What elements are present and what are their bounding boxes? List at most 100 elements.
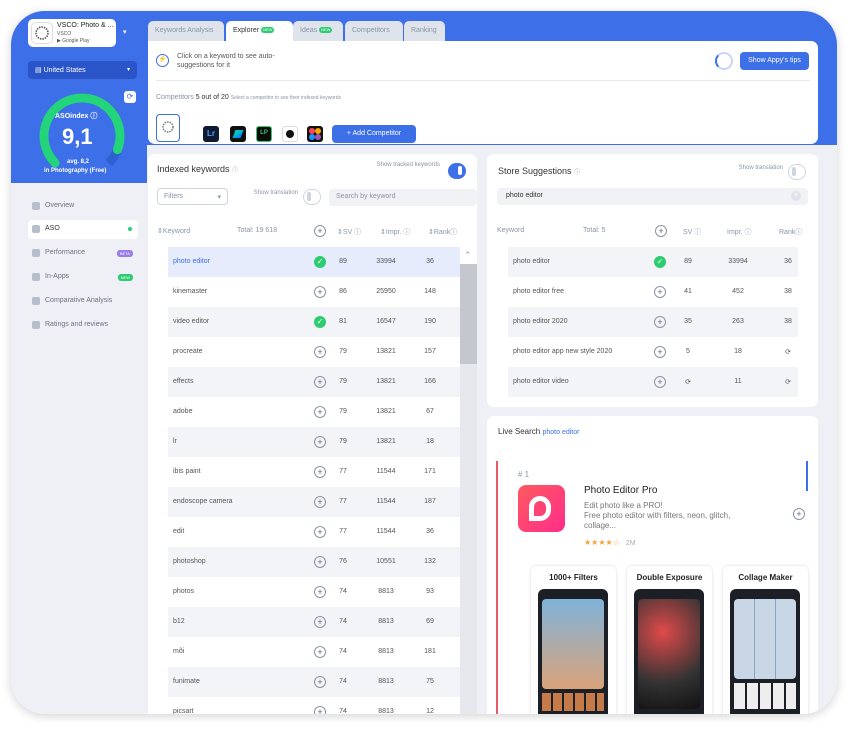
table-row[interactable]: photo editor 2020 +35 263 38: [508, 307, 798, 337]
tracked-toggle[interactable]: [448, 163, 466, 179]
refresh-icon[interactable]: ⟳: [124, 91, 136, 103]
col-sv[interactable]: ⇕SV ⓘ: [337, 227, 361, 237]
competitor-lightroom-presets[interactable]: LP: [256, 126, 272, 142]
tab-keywords-analysis[interactable]: Keywords Analysis: [148, 21, 224, 41]
table-row[interactable]: photo editor app new style 2020 +5 18 ⟳: [508, 337, 798, 367]
nav-comparative-analysis[interactable]: Comparative Analysis: [28, 292, 138, 311]
table-row[interactable]: video editor ✓ 81 16547 190: [168, 307, 460, 337]
add-competitor-button[interactable]: + Add Competitor: [332, 125, 416, 143]
show-tips-button[interactable]: Show Appy's tips: [740, 52, 809, 70]
table-scrollbar[interactable]: ⌃: [460, 250, 477, 714]
competitor-self[interactable]: [156, 114, 180, 142]
keyword-cell[interactable]: lr: [173, 438, 177, 445]
chevron-down-icon[interactable]: ▾: [123, 28, 127, 36]
table-row[interactable]: photos +74 8813 93: [168, 577, 460, 607]
competitor-darkroom[interactable]: [230, 126, 246, 142]
table-row[interactable]: effects +79 13821 166: [168, 367, 460, 397]
keyword-cell[interactable]: b12: [173, 618, 185, 625]
keyword-cell[interactable]: adobe: [173, 408, 192, 415]
keyword-search-input[interactable]: Search by keyword: [329, 189, 477, 206]
table-row[interactable]: photo editor free +41 452 38: [508, 277, 798, 307]
keyword-cell[interactable]: photos: [173, 588, 194, 595]
add-app-icon[interactable]: +: [793, 508, 805, 520]
table-row[interactable]: endoscope camera +77 11544 187: [168, 487, 460, 517]
table-row[interactable]: edit +77 11544 36: [168, 517, 460, 547]
table-row[interactable]: picsart +74 8813 12: [168, 697, 460, 714]
keyword-cell[interactable]: photo editor app new style 2020: [513, 348, 612, 355]
nav-ratings-reviews[interactable]: Ratings and reviews: [28, 316, 138, 335]
competitors-hint: Select a competitor to see their indexed…: [230, 95, 342, 101]
add-all-icon[interactable]: +: [655, 225, 667, 237]
table-row[interactable]: b12 +74 8813 69: [168, 607, 460, 637]
keyword-cell[interactable]: endoscope camera: [173, 498, 233, 505]
tracked-check-icon[interactable]: ✓: [654, 256, 666, 268]
competitor-lightroom[interactable]: Lr: [203, 126, 219, 142]
col-rank[interactable]: ⇕Rankⓘ: [428, 227, 457, 237]
tab-competitors[interactable]: Competitors: [345, 21, 403, 41]
keyword-cell[interactable]: procreate: [173, 348, 203, 355]
col-impr[interactable]: ⇕Impr. ⓘ: [380, 227, 410, 237]
competitor-black-circle[interactable]: [282, 126, 298, 142]
screenshot-filters[interactable]: 1000+ Filters: [531, 566, 616, 714]
clear-icon[interactable]: ×: [791, 191, 801, 201]
tab-ranking[interactable]: Ranking: [404, 21, 445, 41]
add-keyword-icon[interactable]: +: [654, 286, 666, 298]
keyword-cell[interactable]: edit: [173, 528, 184, 535]
table-row[interactable]: kinemaster +86 25950 148: [168, 277, 460, 307]
table-row[interactable]: funimate +74 8813 75: [168, 667, 460, 697]
keyword-cell[interactable]: funimate: [173, 678, 200, 685]
app-selector[interactable]: VSCO: Photo & ... VSCO ▶ Google Play: [28, 19, 116, 47]
scrollbar-thumb[interactable]: [460, 264, 477, 364]
screenshot-title: Collage Maker: [738, 573, 793, 582]
screenshot-double-exposure[interactable]: Double Exposure: [627, 566, 712, 714]
add-all-icon[interactable]: +: [314, 225, 326, 237]
nav-overview[interactable]: Overview: [28, 197, 138, 216]
screenshot-collage[interactable]: Collage Maker: [723, 566, 808, 714]
keyword-cell[interactable]: photo editor: [173, 258, 210, 265]
keyword-cell[interactable]: photo editor video: [513, 378, 569, 385]
result-app-name[interactable]: Photo Editor Pro: [584, 485, 657, 496]
table-row[interactable]: photo editor ✓ 89 33994 36: [508, 247, 798, 277]
nav-in-apps[interactable]: In-Apps NEW: [28, 268, 138, 287]
country-selector[interactable]: ▤ United States ▾: [28, 61, 137, 79]
keyword-cell[interactable]: ibis paint: [173, 468, 201, 475]
keyword-cell[interactable]: photo editor free: [513, 288, 564, 295]
table-row[interactable]: adobe +79 13821 67: [168, 397, 460, 427]
keyword-cell[interactable]: effects: [173, 378, 194, 385]
live-scrollbar[interactable]: [806, 461, 808, 491]
keyword-cell[interactable]: picsart: [173, 708, 194, 714]
table-row[interactable]: lr +79 13821 18: [168, 427, 460, 457]
tab-explorer[interactable]: Explorer NEW: [226, 21, 293, 41]
col-impr[interactable]: Impr. ⓘ: [727, 227, 752, 237]
nav-performance[interactable]: Performance BETA: [28, 244, 138, 263]
nav-aso[interactable]: ASO: [28, 220, 138, 239]
add-keyword-icon[interactable]: +: [654, 376, 666, 388]
keyword-cell[interactable]: photo editor: [513, 258, 550, 265]
col-rank[interactable]: Rankⓘ: [779, 227, 802, 237]
keyword-cell[interactable]: kinemaster: [173, 288, 207, 295]
table-row[interactable]: photo editor ✓ 89 33994 36: [168, 247, 460, 277]
competitor-colorful[interactable]: [307, 126, 323, 142]
col-keyword[interactable]: ⇕Keyword: [157, 227, 190, 235]
keyword-cell[interactable]: video editor: [173, 318, 209, 325]
result-app-icon[interactable]: [518, 485, 565, 532]
chevron-up-icon[interactable]: ⌃: [464, 250, 472, 261]
suggestion-search-input[interactable]: photo editor ×: [497, 188, 808, 205]
col-keyword[interactable]: Keyword: [497, 227, 524, 234]
table-row[interactable]: photoshop +76 10551 132: [168, 547, 460, 577]
keyword-cell[interactable]: photoshop: [173, 558, 206, 565]
col-sv[interactable]: SV ⓘ: [683, 227, 701, 237]
live-search-keyword[interactable]: photo editor: [542, 429, 579, 436]
keyword-cell[interactable]: photo editor 2020: [513, 318, 568, 325]
translation-toggle[interactable]: [303, 189, 321, 205]
translation-toggle[interactable]: [788, 164, 806, 180]
add-keyword-icon[interactable]: +: [654, 346, 666, 358]
keyword-cell[interactable]: mõi: [173, 648, 184, 655]
table-row[interactable]: ibis paint +77 11544 171: [168, 457, 460, 487]
tab-ideas[interactable]: Ideas NEW: [293, 21, 343, 41]
table-row[interactable]: photo editor video + ⟳ 11 ⟳: [508, 367, 798, 397]
add-keyword-icon[interactable]: +: [654, 316, 666, 328]
table-row[interactable]: mõi +74 8813 181: [168, 637, 460, 667]
filters-dropdown[interactable]: Filters ▾: [157, 188, 228, 205]
table-row[interactable]: procreate +79 13821 157: [168, 337, 460, 367]
